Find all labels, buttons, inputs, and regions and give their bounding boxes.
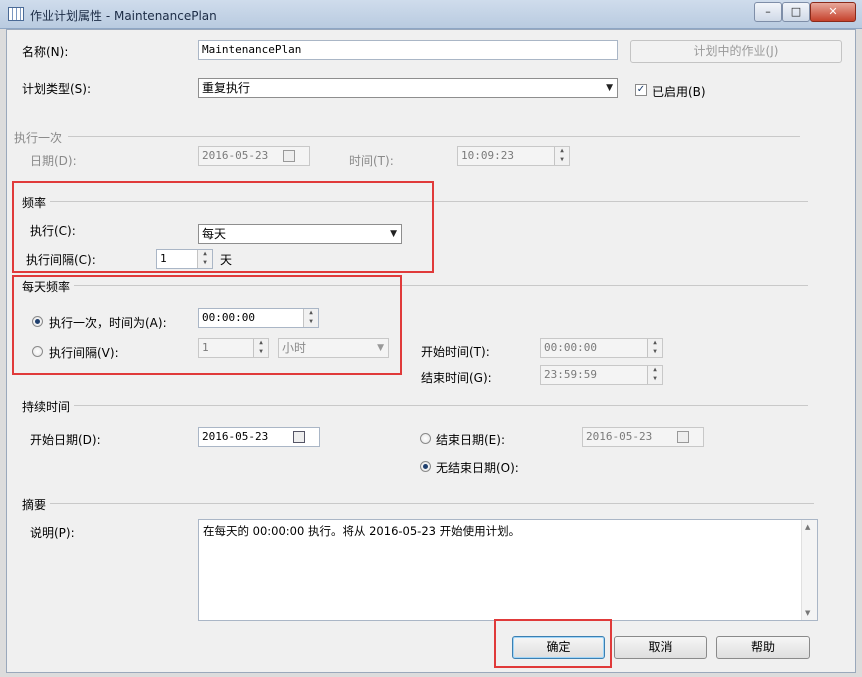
close-button[interactable]: ✕ <box>810 2 856 22</box>
minimize-button[interactable]: – <box>754 2 782 22</box>
spinner-icon[interactable]: ▲ ▼ <box>647 366 662 384</box>
jobs-in-schedule-button[interactable]: 计划中的作业(J) <box>630 40 842 63</box>
start-date-input[interactable]: 2016-05-23 <box>198 427 320 447</box>
summary-divider <box>48 503 814 504</box>
end-time-input[interactable]: 23:59:59 ▲ ▼ <box>540 365 663 385</box>
start-time-label: 开始时间(T): <box>421 345 490 359</box>
start-date-label: 开始日期(D): <box>30 433 101 447</box>
no-end-date-label: 无结束日期(O): <box>436 461 519 475</box>
once-section-title: 执行一次 <box>14 129 67 146</box>
once-time-input[interactable]: 10:09:23 ▲ ▼ <box>457 146 570 166</box>
end-date-value: 2016-05-23 <box>586 430 653 443</box>
enabled-checkbox[interactable]: ✓ <box>635 84 647 96</box>
duration-divider <box>72 405 808 406</box>
calendar-dropdown-icon[interactable] <box>293 431 305 443</box>
title-bar: 作业计划属性 - MaintenancePlan – □ ✕ <box>0 0 862 29</box>
end-date-label: 结束日期(E): <box>436 433 505 447</box>
name-label: 名称(N): <box>22 45 69 59</box>
maximize-button[interactable]: □ <box>782 2 810 22</box>
schedule-type-label: 计划类型(S): <box>22 82 92 96</box>
once-date-value: 2016-05-23 <box>202 149 269 162</box>
schedule-type-value: 重复执行 <box>202 81 251 95</box>
once-time-value: 10:09:23 <box>461 149 514 162</box>
no-end-date-radio[interactable] <box>420 461 431 472</box>
end-time-label: 结束时间(G): <box>421 371 492 385</box>
end-date-radio[interactable] <box>420 433 431 444</box>
spinner-icon[interactable]: ▲ ▼ <box>554 147 569 165</box>
end-time-value: 23:59:59 <box>544 368 597 381</box>
start-time-value: 00:00:00 <box>544 341 597 354</box>
schedule-type-select[interactable]: 重复执行 ▼ <box>198 78 618 98</box>
window-title: 作业计划属性 - MaintenancePlan <box>30 9 217 23</box>
summary-section-title: 摘要 <box>22 496 51 513</box>
once-date-label: 日期(D): <box>30 154 77 168</box>
scrollbar[interactable]: ▲ ▼ <box>801 520 817 620</box>
enabled-label: 已启用(B) <box>652 85 706 99</box>
highlight-frequency <box>12 181 434 273</box>
highlight-ok <box>494 619 612 668</box>
name-input[interactable]: MaintenancePlan <box>198 40 618 60</box>
highlight-daily-frequency <box>12 275 402 375</box>
duration-section-title: 持续时间 <box>22 398 75 415</box>
description-textarea[interactable]: 在每天的 00:00:00 执行。将从 2016-05-23 开始使用计划。 ▲… <box>198 519 818 621</box>
calendar-icon <box>8 7 24 21</box>
once-time-label: 时间(T): <box>349 154 394 168</box>
description-label: 说明(P): <box>30 526 75 540</box>
calendar-dropdown-icon <box>677 431 689 443</box>
cancel-button[interactable]: 取消 <box>614 636 707 659</box>
once-divider <box>68 136 800 137</box>
end-date-input[interactable]: 2016-05-23 <box>582 427 704 447</box>
description-text: 在每天的 00:00:00 执行。将从 2016-05-23 开始使用计划。 <box>203 524 521 538</box>
chevron-down-icon: ▼ <box>606 83 613 93</box>
start-date-value: 2016-05-23 <box>202 430 269 443</box>
start-time-input[interactable]: 00:00:00 ▲ ▼ <box>540 338 663 358</box>
spinner-icon[interactable]: ▲ ▼ <box>647 339 662 357</box>
calendar-dropdown-icon <box>283 150 295 162</box>
once-date-input[interactable]: 2016-05-23 <box>198 146 310 166</box>
help-button[interactable]: 帮助 <box>716 636 810 659</box>
